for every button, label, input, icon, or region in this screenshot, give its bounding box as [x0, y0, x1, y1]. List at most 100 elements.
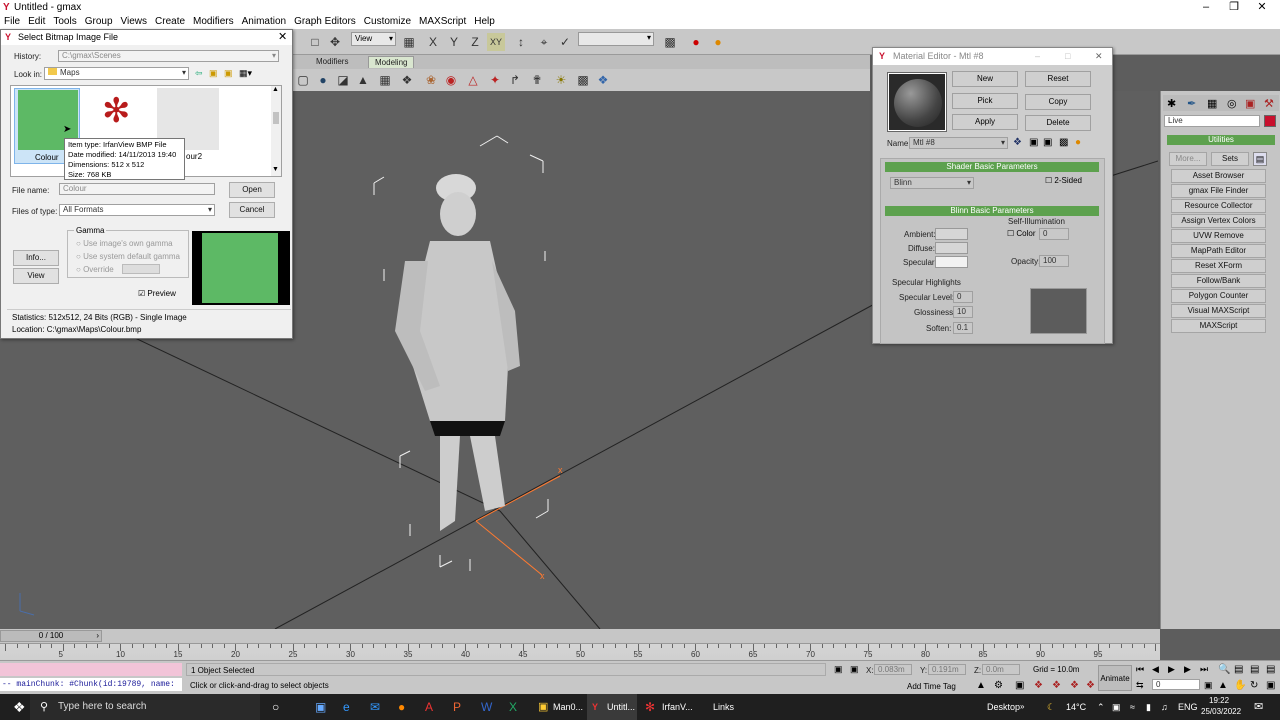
opacity-value[interactable]: 100	[1039, 255, 1069, 267]
word-icon[interactable]: W	[481, 694, 492, 720]
grid-icon[interactable]: ▦	[376, 71, 394, 89]
taskbar-app-untitled[interactable]: Untitl...	[607, 694, 635, 720]
utility-follow-bank[interactable]: Follow/Bank	[1171, 274, 1266, 288]
get-material-icon[interactable]: ❖	[1013, 137, 1022, 148]
close-icon[interactable]: ✕	[278, 30, 287, 45]
lathe-icon[interactable]: ❀	[422, 71, 440, 89]
put-to-scene-icon[interactable]: ▣	[1029, 137, 1038, 148]
zoom-extents-icon[interactable]: ▤	[1250, 664, 1259, 675]
box-icon[interactable]: ▢	[294, 71, 312, 89]
gmax-icon[interactable]: Y	[592, 694, 598, 720]
key-icon[interactable]: ▲	[976, 680, 986, 691]
pick-button[interactable]: Pick	[952, 93, 1018, 109]
network-icon[interactable]: ▣	[1112, 694, 1121, 720]
menu-create[interactable]: Create	[151, 15, 189, 29]
material-name-input[interactable]: Mtl #8 ▾	[909, 137, 1008, 149]
weather-temp[interactable]: 14°C	[1066, 694, 1086, 720]
utility-reset-xform[interactable]: Reset XForm	[1171, 259, 1266, 273]
copy-button[interactable]: Copy	[1025, 94, 1091, 110]
back-icon[interactable]: ⇦	[195, 68, 203, 79]
gear-icon[interactable]: ⚙	[994, 680, 1003, 691]
assign-material-icon[interactable]: ▣	[1043, 137, 1052, 148]
timeline-ruler[interactable]: 5 10 15 20 25 30 35 40 45 50 55 60 65 70 75 80 85 90 95	[0, 643, 1160, 660]
toolbar-expand-icon[interactable]: »	[1020, 694, 1024, 720]
gamma-option-override[interactable]: ○ Override	[76, 265, 114, 274]
lock-selection-icon[interactable]: ▣	[834, 664, 843, 675]
zoom-all-icon[interactable]: ▤	[1234, 664, 1243, 675]
percent-snap-icon[interactable]: ❖	[1052, 680, 1061, 691]
firefox-icon[interactable]: ●	[398, 694, 405, 720]
y-coord[interactable]: 0.191m	[928, 664, 966, 675]
acrobat-icon[interactable]: A	[425, 694, 433, 720]
self-illum-color-checkbox[interactable]: ☐ Color	[1007, 229, 1036, 238]
utilities-header[interactable]: Utilities	[1167, 135, 1275, 145]
spinner-snap-icon[interactable]: ❖	[1070, 680, 1079, 691]
select-move-icon[interactable]: ✥	[326, 33, 344, 51]
gamma-option-own[interactable]: ○ Use image's own gamma	[76, 239, 173, 248]
ambient-swatch[interactable]	[935, 228, 968, 240]
menu-graph-editors[interactable]: Graph Editors	[290, 15, 360, 29]
utility-gmax-file-finder[interactable]: gmax File Finder	[1171, 184, 1266, 198]
gamma-option-default[interactable]: ○ Use system default gamma	[76, 252, 180, 261]
zoom-icon[interactable]: 🔍	[1218, 664, 1230, 675]
menu-help[interactable]: Help	[470, 15, 499, 29]
info-button[interactable]: Info...	[13, 250, 59, 266]
utility-uvw-remove[interactable]: UVW Remove	[1171, 229, 1266, 243]
show-map-icon[interactable]: ●	[1075, 137, 1081, 148]
gamma-override-input[interactable]	[122, 264, 160, 274]
snap-icon[interactable]: ✓	[556, 33, 574, 51]
field-of-view-icon[interactable]: ▲	[1218, 680, 1228, 691]
menu-file[interactable]: File	[0, 15, 24, 29]
axis-y-icon[interactable]: Y	[445, 33, 463, 51]
two-sided-checkbox[interactable]: ☐ 2-Sided	[1045, 176, 1082, 185]
up-folder-icon[interactable]: ▣	[209, 68, 218, 79]
pan-icon[interactable]: ✋	[1234, 680, 1246, 691]
angle-snap-icon[interactable]: ❖	[1034, 680, 1043, 691]
edge-icon[interactable]: e	[343, 694, 350, 720]
checker-icon[interactable]: ▩	[574, 71, 592, 89]
color-swatch[interactable]	[1264, 115, 1276, 127]
specular-level-value[interactable]: 0	[953, 291, 973, 303]
shader-type-dropdown[interactable]: Blinn ▾	[890, 177, 974, 189]
taskbar-app-irfanview[interactable]: IrfanV...	[662, 694, 693, 720]
taskbar-search[interactable]: ⚲ Type here to search	[30, 694, 260, 720]
maximize-icon[interactable]: □	[1065, 48, 1070, 65]
pivot-icon[interactable]: ▦	[400, 33, 418, 51]
notifications-icon[interactable]: ✉	[1254, 694, 1263, 720]
extrude-icon[interactable]: ▲	[354, 71, 372, 89]
utility-polygon-counter[interactable]: Polygon Counter	[1171, 289, 1266, 303]
filename-input[interactable]: Colour	[59, 183, 215, 195]
key-mode-icon[interactable]: ⇆	[1136, 680, 1144, 691]
shader-basic-rollout[interactable]: Shader Basic Parameters	[885, 162, 1099, 172]
mail-icon[interactable]: ✉	[370, 694, 380, 720]
absolute-mode-icon[interactable]: ▣	[850, 664, 859, 675]
woman-model[interactable]	[395, 174, 520, 531]
lookin-dropdown[interactable]: Maps ▾	[44, 67, 189, 80]
powerpoint-icon[interactable]: P	[453, 694, 461, 720]
hierarchy-tab-icon[interactable]: ▦	[1207, 97, 1217, 110]
axis-xy-icon[interactable]: XY	[487, 33, 505, 51]
modify-tab-icon[interactable]: ✒	[1187, 97, 1196, 110]
configure-sets-icon[interactable]: ▤	[1253, 152, 1267, 166]
scroll-up-icon[interactable]: ▲	[272, 86, 279, 93]
irfanview-icon[interactable]: ✻	[645, 694, 655, 720]
apply-button[interactable]: Apply	[952, 114, 1018, 130]
diffuse-swatch[interactable]	[935, 242, 968, 254]
menu-animation[interactable]: Animation	[238, 15, 290, 29]
delete-button[interactable]: Delete	[1025, 115, 1091, 131]
taper-icon[interactable]: △	[464, 71, 482, 89]
menu-edit[interactable]: Edit	[24, 15, 49, 29]
file-list-scrollbar[interactable]: ▲ ▼	[271, 86, 281, 176]
z-coord[interactable]: 0.0m	[982, 664, 1020, 675]
folder-icon[interactable]: ▣	[538, 694, 548, 720]
gizmo-y-axis[interactable]	[475, 520, 543, 576]
previous-frame-icon[interactable]: ◀	[1152, 664, 1159, 675]
uvw-icon[interactable]: ↱	[506, 71, 524, 89]
scrollbar-thumb[interactable]	[273, 112, 279, 124]
axis-z-icon[interactable]: Z	[466, 33, 484, 51]
menu-tools[interactable]: Tools	[49, 15, 80, 29]
glossiness-value[interactable]: 10	[953, 306, 973, 318]
tab-modifiers[interactable]: Modifiers	[310, 56, 354, 68]
maxscript-listener[interactable]	[0, 663, 182, 676]
play-icon[interactable]: ▶	[1168, 664, 1175, 675]
